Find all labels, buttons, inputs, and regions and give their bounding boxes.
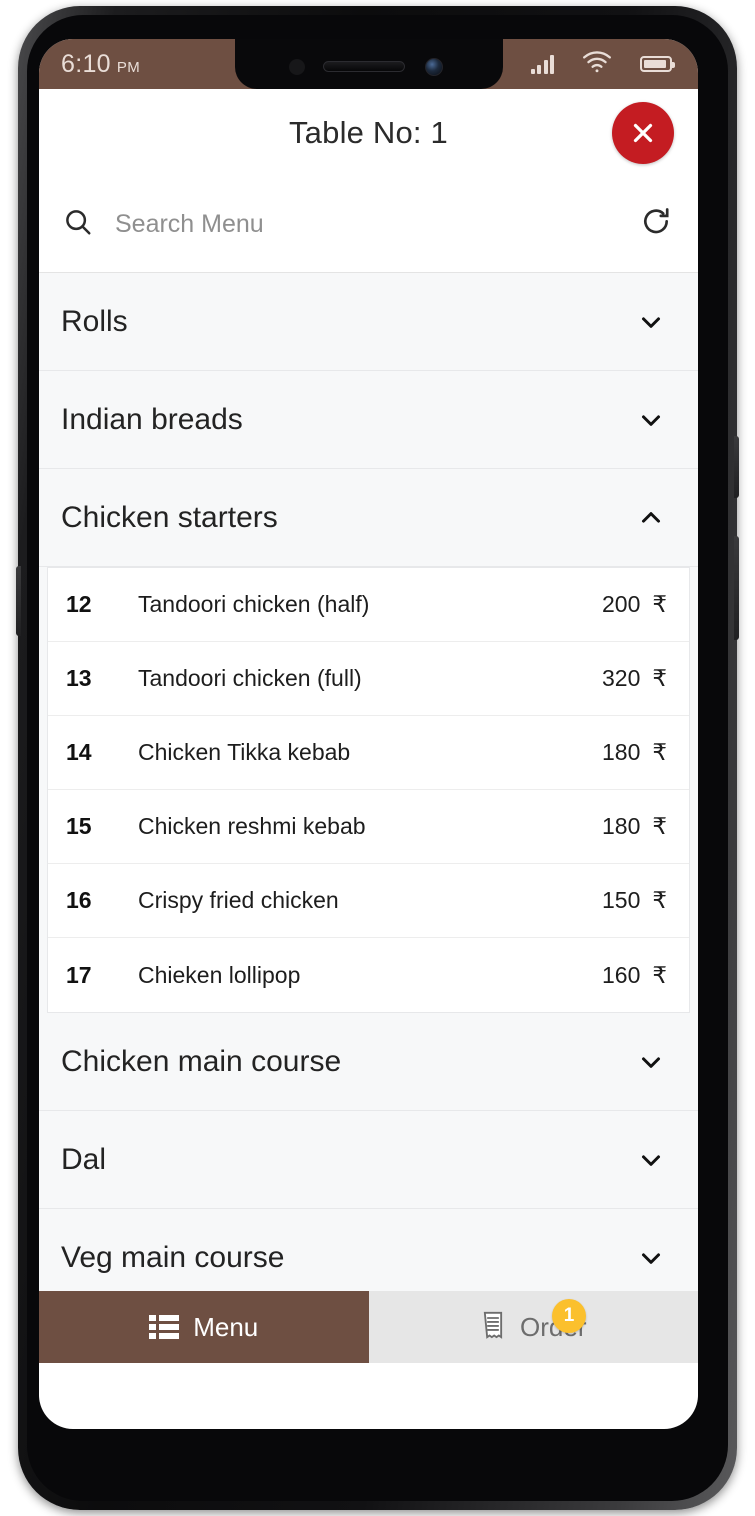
page-title: Table No: 1 [288,115,449,150]
refresh-icon[interactable] [640,206,672,243]
item-price: 320 ₹ [602,665,667,692]
currency-symbol: ₹ [652,887,667,913]
category-label: Veg main course [61,1240,285,1274]
volume-button[interactable] [734,436,739,498]
item-name: Crispy fried chicken [138,887,339,913]
category-row-dal[interactable]: Dal [39,1111,698,1209]
category-row-indian-breads[interactable]: Indian breads [39,371,698,469]
search-icon [63,207,93,242]
table-row[interactable]: 12 Tandoori chicken (half) 200 ₹ [48,568,689,642]
category-row-rolls[interactable]: Rolls [39,273,698,371]
receipt-icon [480,1311,506,1344]
item-number: 14 [66,739,92,765]
category-label: Indian breads [61,402,243,436]
phone-screen: 6:10 PM Table No: 1 Search Menu Rolls In… [39,39,698,1429]
tab-menu-label: Menu [193,1311,259,1342]
title-bar: Table No: 1 [39,89,698,177]
item-price-value: 320 [601,665,641,691]
category-label: Dal [61,1142,107,1176]
category-label: Rolls [61,304,128,338]
search-bar [39,177,698,273]
search-input[interactable] [115,210,618,239]
item-price: 160 ₹ [602,962,667,989]
item-name: Chieken lollipop [138,961,301,988]
item-number: 15 [66,813,92,839]
item-number: 17 [66,961,92,988]
phone-notch [234,39,503,89]
close-button[interactable] [612,102,674,164]
category-label: Chicken main course [61,1044,342,1078]
phone-frame: 6:10 PM Table No: 1 Search Menu Rolls In… [16,6,739,1510]
item-price-value: 180 [601,813,641,839]
chevron-down-icon [642,1056,660,1068]
item-number: 16 [66,887,92,913]
item-price-value: 180 [601,739,641,765]
tab-menu[interactable]: Menu [39,1291,369,1363]
clock-ampm: PM [116,58,141,76]
chevron-down-icon [642,414,660,426]
table-row[interactable]: 16 Crispy fried chicken 150 ₹ [48,864,689,938]
currency-symbol: ₹ [652,961,667,988]
item-price: 180 ₹ [602,739,667,766]
item-price: 180 ₹ [602,813,667,840]
proximity-sensor-icon [288,59,305,75]
menu-item-list: 12 Tandoori chicken (half) 200 ₹ 13 Tand… [47,567,690,1013]
signal-bars-icon [530,54,554,74]
item-name: Tandoori chicken (full) [138,665,362,691]
wifi-icon [582,50,612,78]
table-row[interactable]: 13 Tandoori chicken (full) 320 ₹ [48,642,689,716]
item-price-value: 200 [601,591,641,617]
currency-symbol: ₹ [652,665,667,691]
bottom-navigation: Menu Order 1 [39,1291,698,1363]
currency-symbol: ₹ [652,739,667,765]
status-clock: 6:10 PM [61,50,140,79]
power-button[interactable] [734,536,739,640]
item-number: 13 [66,665,92,691]
item-price: 200 ₹ [602,591,667,618]
tab-order[interactable]: Order 1 [368,1291,698,1363]
item-name: Chicken Tikka kebab [138,739,351,765]
item-price-value: 160 [601,961,641,988]
chevron-up-icon [642,511,660,523]
chevron-down-icon [642,316,660,328]
front-camera-icon [424,58,443,76]
chevron-down-icon [642,1252,660,1264]
list-icon [149,1315,180,1339]
chevron-down-icon [642,1154,660,1166]
item-price-value: 150 [601,887,641,913]
battery-icon [640,56,675,72]
table-row[interactable]: 17 Chieken lollipop 160 ₹ [48,938,689,1012]
item-name: Tandoori chicken (half) [138,591,370,617]
item-name: Chicken reshmi kebab [138,813,366,839]
item-number: 12 [66,591,92,617]
close-icon [633,123,653,143]
earpiece-speaker-icon [322,61,405,72]
category-row-chicken-main-course[interactable]: Chicken main course [39,1013,698,1111]
currency-symbol: ₹ [652,813,667,839]
menu-scroll-area[interactable]: Rolls Indian breads Chicken starters 12 … [39,273,698,1363]
order-count-badge: 1 [552,1299,586,1333]
status-icons [530,50,675,78]
table-row[interactable]: 14 Chicken Tikka kebab 180 ₹ [48,716,689,790]
table-row[interactable]: 15 Chicken reshmi kebab 180 ₹ [48,790,689,864]
item-price: 150 ₹ [602,887,667,914]
currency-symbol: ₹ [652,591,667,617]
side-button-left[interactable] [16,566,21,636]
category-row-chicken-starters[interactable]: Chicken starters [39,469,698,567]
clock-time: 6:10 [61,49,111,78]
category-label: Chicken starters [61,500,278,534]
